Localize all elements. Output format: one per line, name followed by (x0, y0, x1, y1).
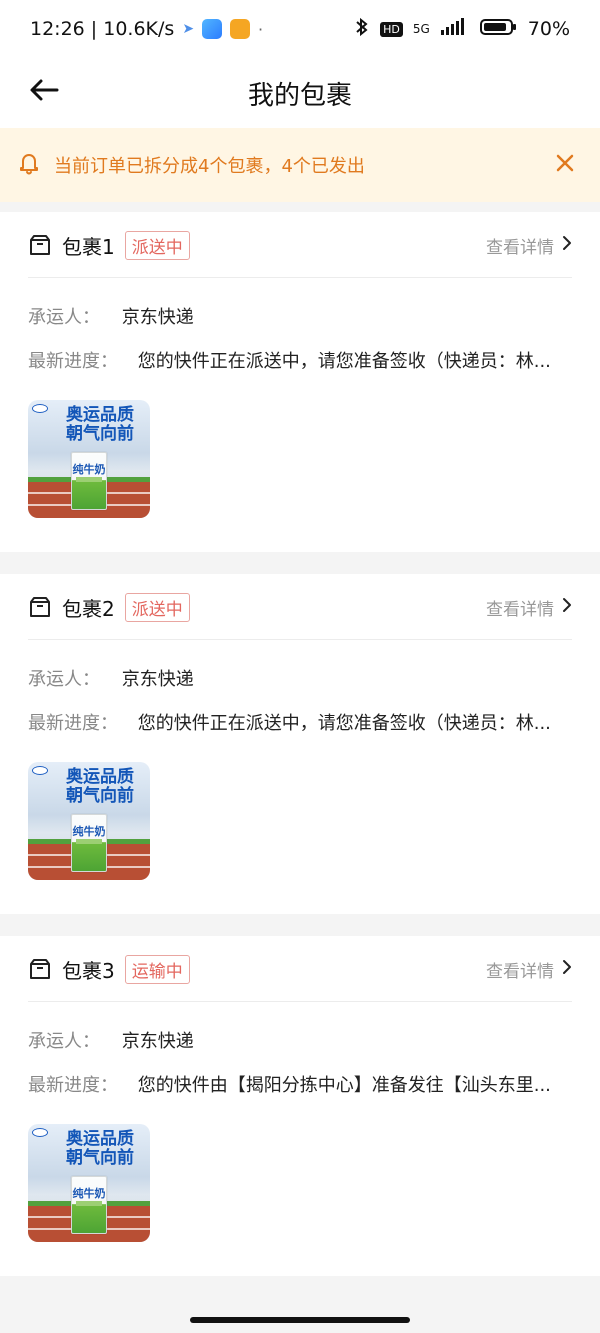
close-notice-button[interactable] (548, 148, 582, 182)
product-image[interactable]: 奥运品质 朝气向前 纯牛奶 (28, 400, 150, 518)
product-headline: 奥运品质 朝气向前 (66, 767, 134, 806)
milk-carton-label: 纯牛奶 (72, 825, 106, 838)
carrier-label: 承运人： (28, 307, 100, 328)
progress-row: 最新进度： 您的快件由【揭阳分拣中心】准备发往【汕头东里... (28, 1071, 551, 1097)
carrier-value: 京东快递 (121, 307, 194, 328)
top-navigation: 我的包裹 (0, 58, 600, 128)
package-card-2: 包裹2 派送中 查看详情 承运人： 京东快递 最新进度： 您的快件正在派送中，请… (0, 574, 600, 914)
hd-icon: HD (380, 21, 403, 37)
bell-icon (18, 151, 40, 180)
status-separator: · (258, 19, 264, 39)
status-right: HD 5G 70% (354, 16, 570, 43)
progress-label: 最新进度： (28, 713, 118, 734)
cat-app-icon (230, 19, 251, 39)
package-card-3: 包裹3 运输中 查看详情 承运人： 京东快递 最新进度： 您的快件由【揭阳分拣中… (0, 936, 600, 1276)
product-headline: 奥运品质 朝气向前 (66, 405, 134, 444)
status-time-speed: 12:26 | 10.6K/s (30, 18, 175, 40)
brand-logo-icon (32, 404, 48, 413)
carton-stripe (76, 477, 102, 482)
brand-logo-icon (32, 766, 48, 775)
package-card-header: 包裹3 运输中 查看详情 (0, 936, 600, 1002)
back-button[interactable] (24, 72, 64, 112)
product-image[interactable]: 奥运品质 朝气向前 纯牛奶 (28, 1124, 150, 1242)
chevron-right-icon (562, 597, 572, 618)
close-icon (555, 153, 575, 178)
progress-value: 您的快件由【揭阳分拣中心】准备发往【汕头东里... (137, 1075, 551, 1096)
status-badge: 运输中 (124, 954, 190, 984)
chevron-right-icon (562, 235, 572, 256)
progress-row: 最新进度： 您的快件正在派送中，请您准备签收（快递员：林... (28, 709, 551, 735)
product-headline: 奥运品质 朝气向前 (66, 1129, 134, 1168)
carton-stripe (76, 839, 102, 844)
status-left: 12:26 | 10.6K/s ➤ · (30, 18, 354, 40)
milk-carton-label: 纯牛奶 (72, 463, 106, 476)
view-details-label: 查看详情 (486, 237, 554, 258)
chevron-right-icon (562, 959, 572, 980)
carrier-row: 承运人： 京东快递 (28, 665, 194, 691)
box-icon (28, 957, 52, 981)
split-order-notice: 当前订单已拆分成4个包裹，4个已发出 (0, 128, 600, 202)
view-details-link[interactable]: 查看详情 (486, 957, 572, 982)
package-card-header: 包裹2 派送中 查看详情 (0, 574, 600, 640)
page-title: 我的包裹 (247, 80, 352, 111)
product-image[interactable]: 奥运品质 朝气向前 纯牛奶 (28, 762, 150, 880)
progress-value: 您的快件正在派送中，请您准备签收（快递员：林... (137, 713, 551, 734)
package-name: 包裹2 (62, 596, 115, 621)
progress-label: 最新进度： (28, 1075, 118, 1096)
package-card-header: 包裹1 派送中 查看详情 (0, 212, 600, 278)
package-name: 包裹1 (62, 234, 115, 259)
progress-value: 您的快件正在派送中，请您准备签收（快递员：林... (137, 351, 551, 372)
battery-icon (479, 17, 518, 42)
package-name: 包裹3 (62, 958, 115, 983)
carrier-row: 承运人： 京东快递 (28, 303, 194, 329)
milk-carton-label: 纯牛奶 (72, 1187, 106, 1200)
view-details-link[interactable]: 查看详情 (486, 233, 572, 258)
battery-percent: 70% (527, 18, 570, 40)
carrier-value: 京东快递 (121, 669, 194, 690)
status-badge: 派送中 (124, 592, 190, 622)
signal-strength-icon (440, 17, 470, 41)
carrier-value: 京东快递 (121, 1031, 194, 1052)
progress-label: 最新进度： (28, 351, 118, 372)
home-indicator[interactable] (190, 1317, 410, 1323)
view-details-link[interactable]: 查看详情 (486, 595, 572, 620)
bluetooth-icon (354, 16, 370, 43)
carrier-label: 承运人： (28, 1031, 100, 1052)
view-details-label: 查看详情 (486, 599, 554, 620)
box-icon (28, 233, 52, 257)
brand-logo-icon (32, 1128, 48, 1137)
carton-stripe (76, 1201, 102, 1206)
status-badge: 派送中 (124, 230, 190, 260)
signal-icon: ➤ (182, 21, 195, 37)
package-card-1: 包裹1 派送中 查看详情 承运人： 京东快递 最新进度： 您的快件正在派送中，请… (0, 212, 600, 552)
carrier-label: 承运人： (28, 669, 100, 690)
progress-row: 最新进度： 您的快件正在派送中，请您准备签收（快递员：林... (28, 347, 551, 373)
milk-carton: 纯牛奶 (71, 814, 107, 872)
carrier-row: 承运人： 京东快递 (28, 1027, 194, 1053)
view-details-label: 查看详情 (486, 961, 554, 982)
box-icon (28, 595, 52, 619)
status-bar: 12:26 | 10.6K/s ➤ · HD 5G 70% (0, 0, 600, 58)
back-arrow-icon (29, 78, 59, 106)
milk-carton: 纯牛奶 (71, 1176, 107, 1234)
milk-carton: 纯牛奶 (71, 452, 107, 510)
weather-app-icon (202, 19, 223, 39)
notice-text: 当前订单已拆分成4个包裹，4个已发出 (54, 156, 365, 177)
network-label: 5G (412, 22, 430, 36)
